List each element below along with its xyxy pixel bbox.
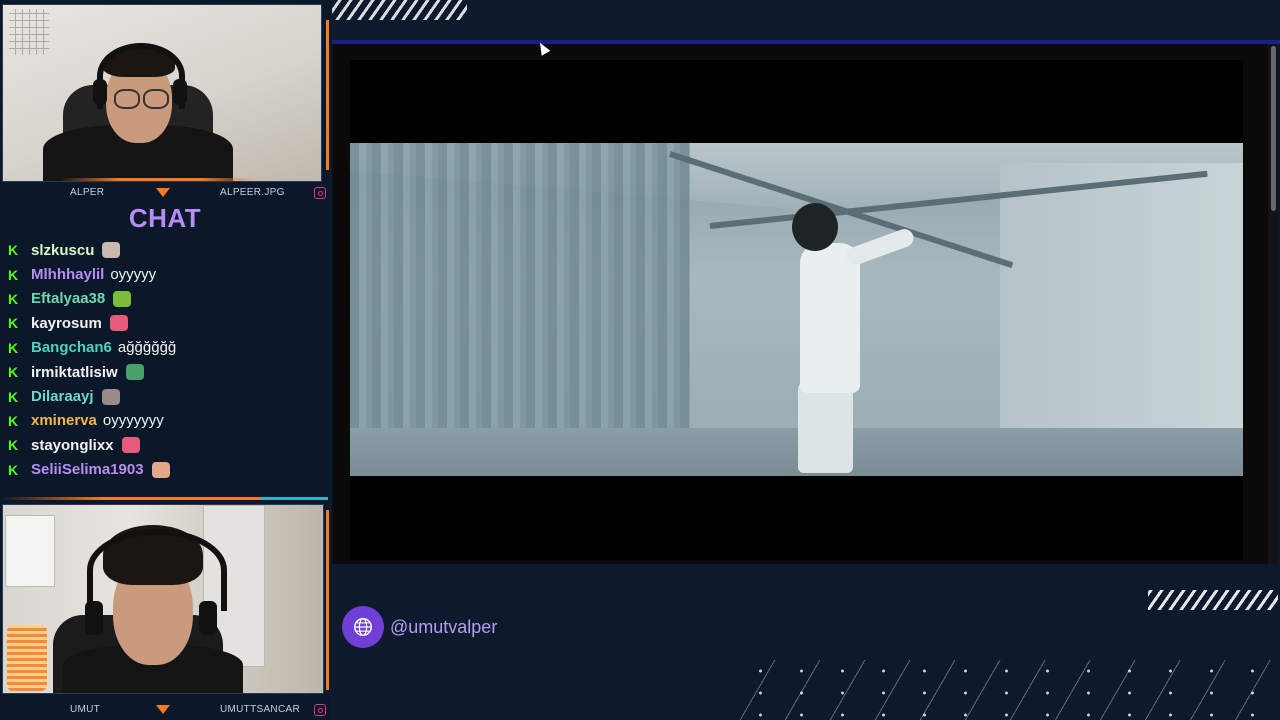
chat-message: Kstayonglixx <box>8 433 326 457</box>
chat-username[interactable]: slzkuscu <box>31 242 94 259</box>
curtain <box>350 143 690 476</box>
triangle-icon <box>156 705 170 714</box>
dancer-body <box>800 243 860 393</box>
dots-pattern-decor <box>740 660 1280 720</box>
social-handle-text: @umutvalper <box>390 616 498 637</box>
streamer-handle: UMUTTSANCAR <box>220 704 300 715</box>
chat-message: Kkayrosum <box>8 311 326 335</box>
dancer-head <box>792 203 838 251</box>
shelf <box>5 515 55 587</box>
divider-line <box>0 497 260 500</box>
chat-message: K SeliiSelima1903 <box>8 458 326 482</box>
streamer-name-bar-top: ALPER ALPEER.JPG <box>0 186 330 200</box>
chat-message: K Mlhhhaylil oyyyyy <box>8 262 326 286</box>
kick-badge-icon: K <box>8 266 19 283</box>
kick-badge-icon: K <box>8 339 19 356</box>
chat-username[interactable]: Dilaraayj <box>31 388 94 405</box>
cat-emote-icon <box>102 242 121 259</box>
face-emote-icon <box>151 461 170 478</box>
stripes-decor-bottom <box>1148 590 1278 610</box>
chat-username[interactable]: Bangchan6 <box>31 339 112 356</box>
streamer-handle: ALPEER.JPG <box>220 187 285 198</box>
heart-hands-emote-icon <box>109 315 128 332</box>
headset-ear-right <box>173 79 187 105</box>
car-emote-icon <box>125 364 144 381</box>
headset-ear-left <box>85 601 103 635</box>
chat-message: K Dilaraayj <box>8 384 326 408</box>
chat-message: Kslzkuscu <box>8 238 326 262</box>
webcam-top <box>2 4 322 182</box>
headset <box>97 43 185 109</box>
kick-badge-icon: K <box>8 315 19 332</box>
chat-username[interactable]: irmiktatlisiw <box>31 364 118 381</box>
chat-list: Kslzkuscu K Mlhhhaylil oyyyyy K Eftalyaa38 Kka… <box>8 238 326 482</box>
chat-username[interactable]: Eftalyaa38 <box>31 290 105 307</box>
kick-badge-icon: K <box>8 242 19 259</box>
kick-badge-icon: K <box>8 412 19 429</box>
dancer-legs <box>798 383 853 473</box>
kick-badge-icon: K <box>8 364 19 381</box>
triangle-icon <box>156 188 170 197</box>
streamer-name-bar-bottom: UMUT UMUTTSANCAR <box>0 703 330 717</box>
kick-badge-icon: K <box>8 290 19 307</box>
chat-message-text: oyyyyyyy <box>102 412 164 430</box>
kick-badge-icon: K <box>8 461 19 478</box>
cat-paws-emote-icon <box>101 388 120 405</box>
globe-icon <box>354 618 372 636</box>
streamer-name: ALPER <box>70 187 105 198</box>
chat-username[interactable]: Mlhhhaylil <box>31 266 104 283</box>
instagram-icon <box>314 704 326 716</box>
headset-ear-left <box>93 79 107 105</box>
social-handle: @umutvalper <box>342 606 497 648</box>
video-frame-dancer[interactable] <box>350 143 1243 476</box>
ring-light <box>7 625 47 691</box>
cam-accent-line <box>60 178 260 181</box>
dancer-arm <box>844 226 916 268</box>
kick-badge-icon: K <box>8 388 19 405</box>
headset-ear-right <box>199 601 217 635</box>
globe-icon-badge <box>342 606 384 648</box>
floor <box>350 428 1243 476</box>
chat-title: CHAT <box>128 203 202 233</box>
frog-emote-icon <box>113 290 132 307</box>
scrollbar-thumb[interactable] <box>1271 46 1276 211</box>
stripes-decor-top <box>332 0 467 20</box>
chat-message-text: oyyyyy <box>110 266 157 284</box>
chat-message: K Bangchan6 ağğğğğğ <box>8 336 326 360</box>
chat-message: Kxminerva oyyyyyyy <box>8 409 326 433</box>
chat-username[interactable]: SeliiSelima1903 <box>31 461 144 478</box>
streamer-name: UMUT <box>70 704 101 715</box>
chat-message: K Eftalyaa38 <box>8 287 326 311</box>
chat-username[interactable]: xminerva <box>31 412 97 429</box>
webcam-bottom <box>2 504 324 694</box>
headset <box>87 529 227 611</box>
instagram-icon <box>314 187 326 199</box>
vertical-accent <box>326 20 329 170</box>
kick-badge-icon: K <box>8 437 19 454</box>
heart-hands-emote-icon <box>121 437 140 454</box>
vertical-accent <box>326 510 329 690</box>
chat-message-text: ağğğğğğ <box>117 339 177 357</box>
chat-username[interactable]: kayrosum <box>31 315 102 332</box>
chat-username[interactable]: stayonglixx <box>31 437 114 454</box>
left-panel: ALPER ALPEER.JPG CHAT Kslzkuscu K Mlhhhayl… <box>0 0 330 720</box>
wall-grid-decor <box>9 9 49 55</box>
wall <box>1000 163 1243 463</box>
divider-line-cyan <box>260 497 328 500</box>
chat-message: Kirmiktatlisiw <box>8 360 326 384</box>
